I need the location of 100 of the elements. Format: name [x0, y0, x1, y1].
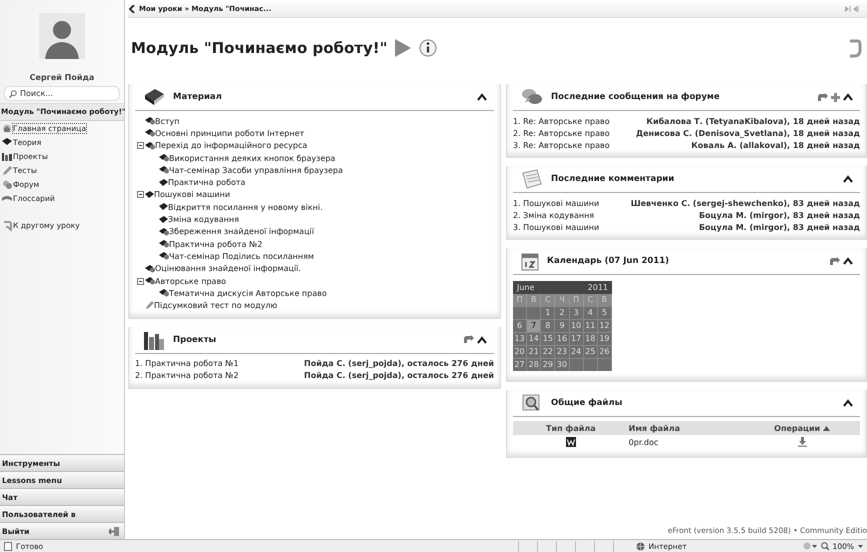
book-clock-icon — [145, 264, 155, 273]
lesson-link[interactable]: Оцінювання знайденої інформації. — [155, 264, 301, 274]
calendar-day[interactable]: 13 — [513, 332, 528, 345]
calendar-day[interactable]: 3 — [570, 306, 584, 319]
calendar-day[interactable]: 15 — [541, 332, 556, 345]
calendar-day[interactable]: 10 — [570, 319, 584, 332]
book-clock-icon — [159, 154, 169, 162]
author-info: Боцула М. (mirgor), 83 дней назад — [698, 222, 860, 232]
topic-link[interactable]: 1. Re: Авторське право — [513, 116, 610, 126]
lesson-link[interactable]: Практична робота — [168, 178, 246, 188]
calendar-day[interactable]: 24 — [570, 345, 584, 358]
collapse-toggle-icon[interactable] — [137, 278, 144, 284]
notepad-icon — [521, 169, 543, 189]
column-header[interactable]: Операции — [774, 424, 820, 432]
calendar-day[interactable]: 23 — [555, 345, 570, 358]
calendar-day[interactable]: 6 — [513, 319, 528, 332]
collapse-icon[interactable] — [843, 93, 853, 101]
lesson-link[interactable]: Пошукові машини — [154, 190, 230, 200]
book-clock-icon — [159, 166, 169, 174]
home-icon — [2, 124, 12, 133]
download-icon[interactable] — [798, 437, 807, 447]
pencil-icon — [2, 166, 12, 175]
topic-link[interactable]: 1. Пошукові машини — [513, 198, 600, 208]
calendar-day[interactable]: 18 — [584, 332, 598, 345]
calendar-day[interactable]: 1 — [541, 306, 556, 319]
book-clock-icon — [145, 142, 155, 150]
settings-dropdown-icon[interactable] — [802, 542, 817, 550]
collapse-toggle-icon[interactable] — [137, 142, 144, 150]
lesson-link[interactable]: Чат-семінар Засоби управління браузера — [169, 166, 343, 175]
chat-bubbles-icon — [521, 87, 543, 107]
plus-icon[interactable] — [831, 92, 840, 102]
collapse-toggle-icon[interactable] — [137, 191, 144, 198]
topic-link[interactable]: 2. Практична робота №2 — [135, 371, 239, 380]
calendar-day[interactable]: 22 — [541, 345, 556, 358]
collapse-icon[interactable] — [843, 399, 853, 407]
globe-icon — [636, 542, 645, 550]
calendar-day[interactable]: 8 — [541, 319, 556, 332]
zoom-icon[interactable] — [820, 542, 829, 550]
weekday-label: П — [513, 294, 528, 306]
calendar-day[interactable]: 29 — [541, 358, 556, 371]
sync-icon[interactable] — [463, 335, 474, 344]
weekday-label: В — [527, 294, 542, 306]
lesson-link[interactable]: Основні принципи роботи Інтернет — [155, 128, 304, 138]
calendar-day[interactable]: 28 — [527, 358, 542, 371]
calendar-day[interactable]: 17 — [570, 332, 584, 345]
lesson-link[interactable]: Практична робота №2 — [169, 240, 262, 249]
topic-link[interactable]: 1. Практична робота №1 — [135, 359, 239, 368]
collapse-icon[interactable] — [843, 257, 853, 265]
collapse-icon[interactable] — [843, 175, 853, 183]
sync-icon[interactable] — [829, 256, 840, 266]
calendar-day[interactable]: 25 — [584, 345, 598, 358]
author-info: Боцула М. (mirgor), 83 дней назад — [698, 210, 860, 220]
topic-link[interactable]: 2. Зміна кодування — [513, 210, 594, 220]
book-clock-icon — [145, 117, 155, 126]
calendar-day[interactable]: 5 — [598, 306, 612, 319]
lesson-link[interactable]: Тематична дискусія Авторське право — [169, 288, 327, 298]
book-clock-icon — [159, 252, 169, 260]
lesson-link[interactable]: Відкриття посилання у новому вікні. — [168, 202, 323, 212]
lesson-link[interactable]: Чат-семінар Поділись посиланням — [169, 252, 314, 261]
calendar-day[interactable]: 20 — [513, 345, 528, 358]
play-icon[interactable] — [395, 39, 412, 57]
calendar-day[interactable]: 21 — [527, 345, 542, 358]
calendar-day[interactable]: 9 — [555, 319, 570, 332]
topic-link[interactable]: 3. Re: Авторське право — [513, 140, 610, 150]
collapse-icon[interactable] — [477, 336, 487, 344]
author-info: Денисова С. (Denisova_Svetlana), 18 дней назад — [636, 128, 860, 138]
calendar-day[interactable]: 12 — [598, 319, 612, 332]
calendar-day[interactable]: 11 — [584, 319, 598, 332]
panel-title: Проекты — [173, 334, 216, 345]
lesson-link[interactable]: Зміна кодування — [168, 215, 239, 224]
lesson-link[interactable]: Перехід до інформаційного ресурса — [155, 141, 308, 150]
search-field[interactable]: Поиск... — [4, 86, 120, 101]
topic-link[interactable]: 3. Пошукові машини — [513, 222, 600, 232]
book-clock-icon — [159, 289, 169, 298]
file-name[interactable]: 0pr.doc — [628, 438, 744, 446]
lesson-link[interactable]: Вступ — [155, 116, 180, 126]
lesson-link[interactable]: Авторське право — [155, 276, 226, 286]
month-label[interactable]: June — [517, 283, 534, 292]
topic-link[interactable]: 2. Re: Авторське право — [513, 128, 610, 138]
calendar-day[interactable]: 7 — [527, 319, 542, 332]
calendar-day[interactable]: 16 — [555, 332, 570, 345]
collapse-icon[interactable] — [477, 93, 487, 101]
column-header[interactable]: Имя файла — [628, 424, 744, 432]
calendar-day[interactable]: 30 — [555, 358, 570, 371]
calendar-day[interactable]: 14 — [527, 332, 542, 345]
calendar-day[interactable]: 26 — [598, 345, 612, 358]
calendar-day[interactable]: 19 — [598, 332, 612, 345]
lesson-link[interactable]: Збереження знайденої інформації — [169, 227, 314, 236]
sync-icon[interactable] — [817, 92, 828, 102]
year-label[interactable]: 2011 — [588, 283, 608, 292]
dropdown-icon[interactable] — [858, 544, 863, 548]
column-header[interactable]: Тип файла — [513, 424, 629, 432]
lesson-link[interactable]: Використання деяких кнопок браузера — [169, 154, 336, 163]
calendar-day[interactable]: 27 — [513, 358, 528, 371]
sort-icon[interactable] — [823, 426, 830, 430]
lesson-link[interactable]: Підсумковий тест по модулю — [154, 301, 278, 310]
search-icon — [9, 90, 17, 98]
calendar-day[interactable]: 2 — [555, 306, 570, 319]
calendar-day[interactable]: 4 — [584, 306, 598, 319]
info-icon[interactable] — [419, 39, 438, 57]
